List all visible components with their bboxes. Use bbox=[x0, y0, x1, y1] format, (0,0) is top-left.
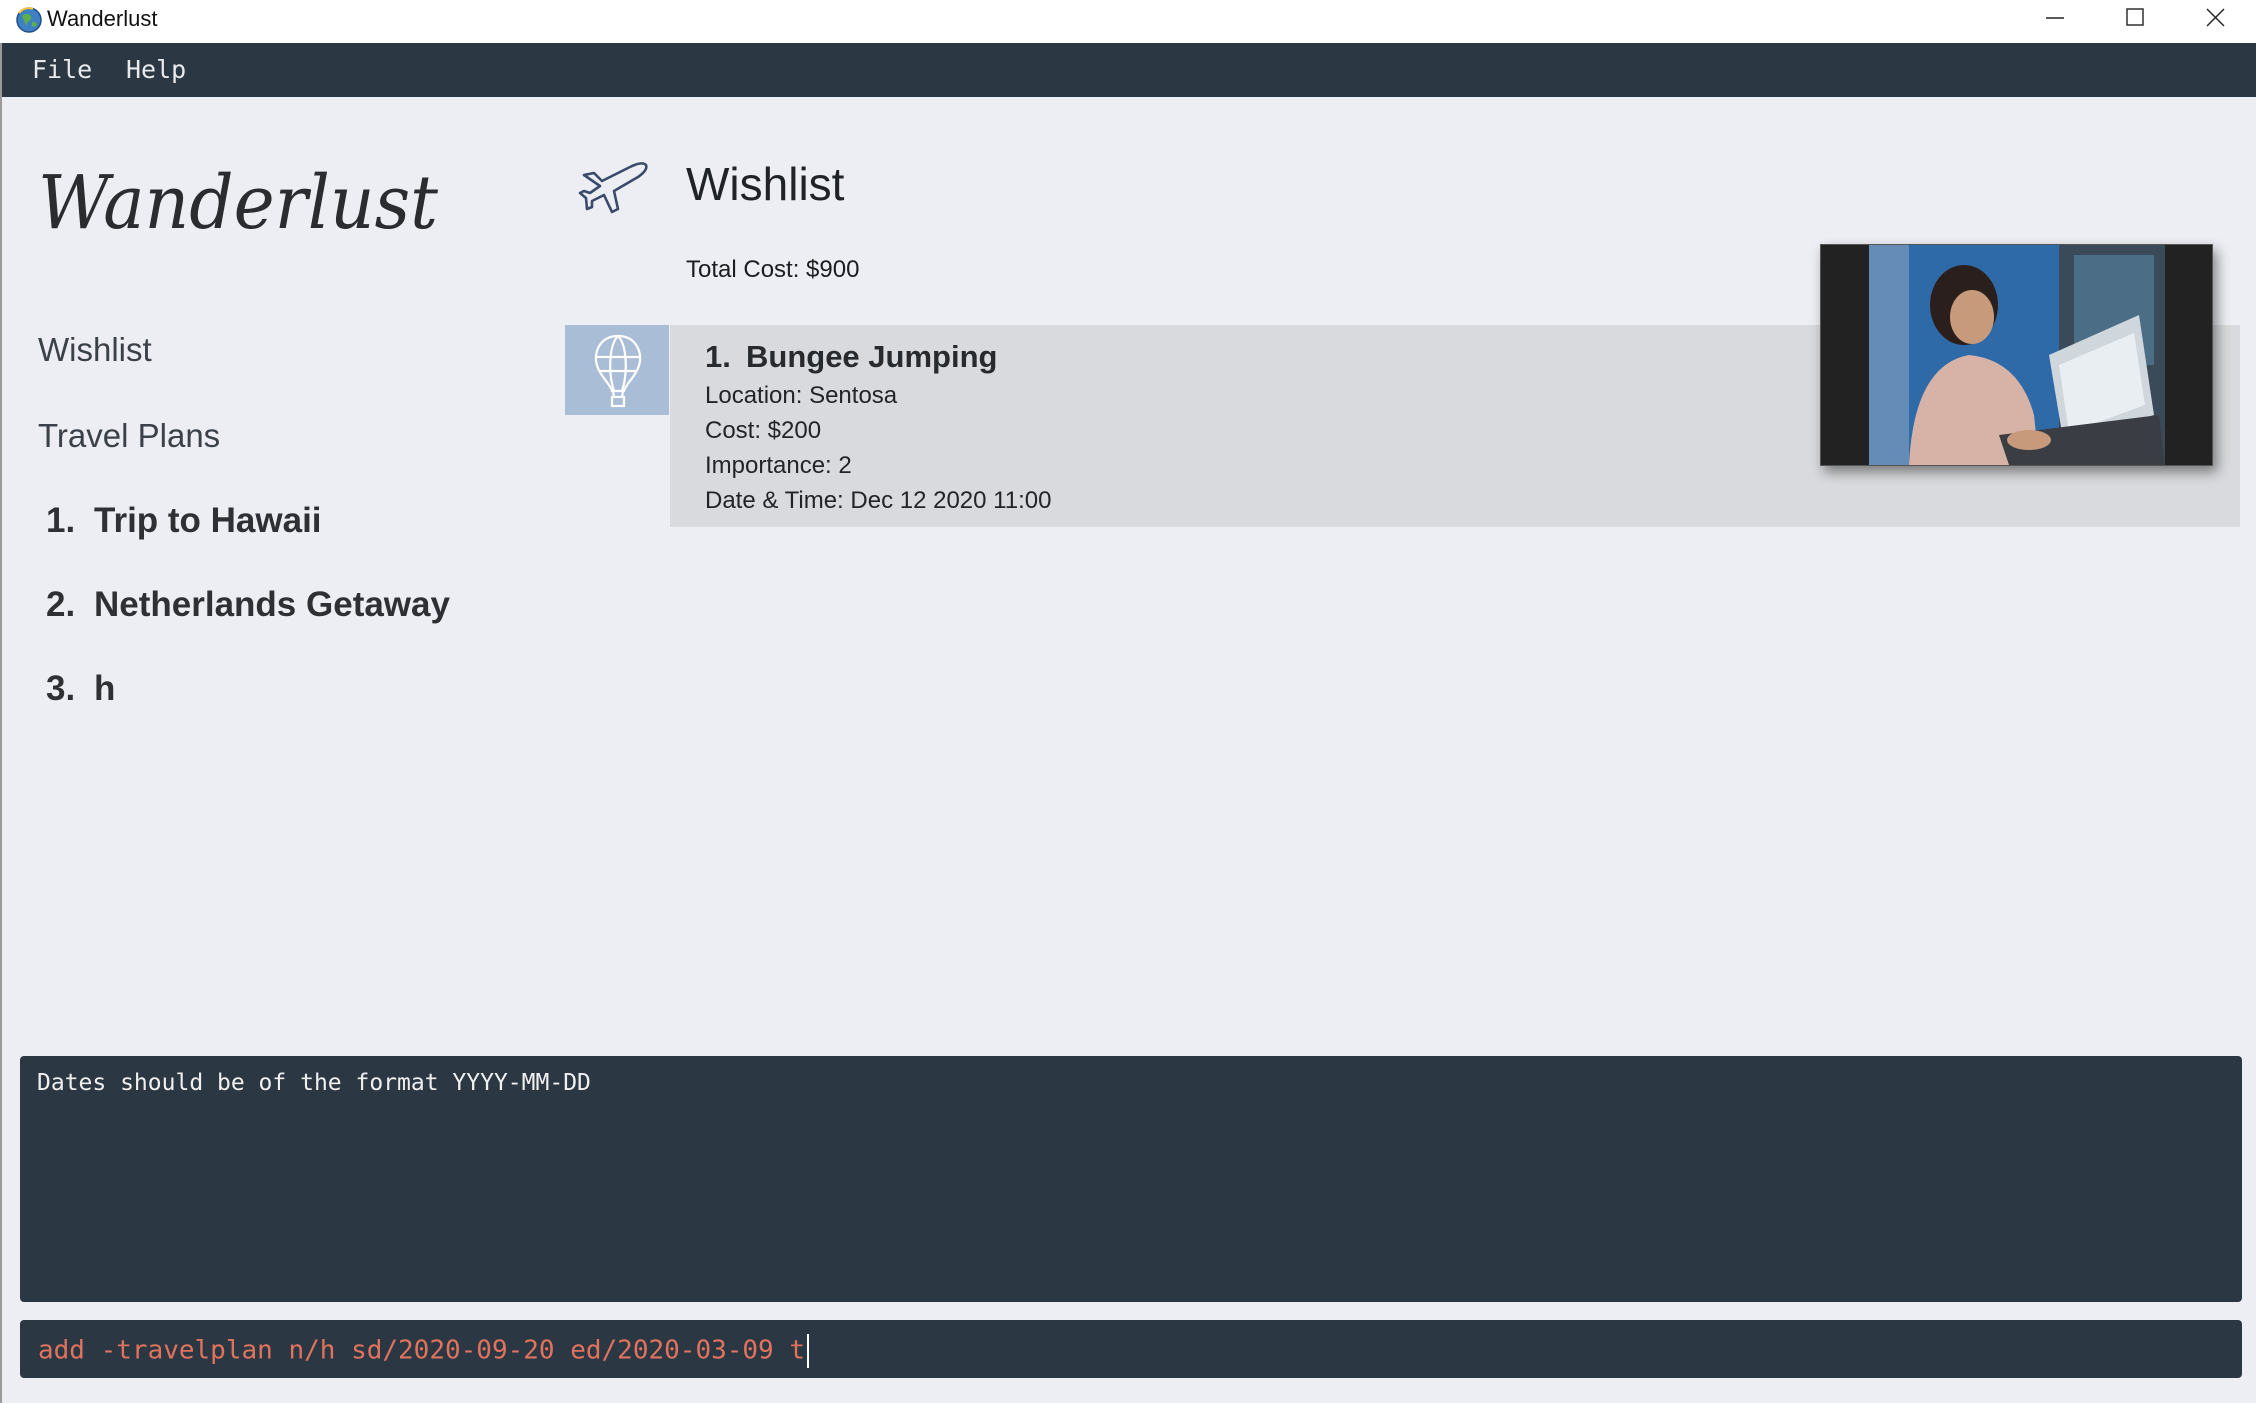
webcam-person-image bbox=[1869, 245, 2165, 465]
plan-number: 2. bbox=[46, 585, 76, 624]
activity-title: 1. Bungee Jumping bbox=[705, 338, 997, 376]
window-title-bar: Wanderlust bbox=[0, 0, 2256, 43]
plan-name: h bbox=[94, 669, 116, 708]
menu-help[interactable]: Help bbox=[126, 55, 186, 85]
window-title: Wanderlust bbox=[47, 6, 158, 31]
menu-bar: File Help bbox=[2, 43, 2256, 97]
plan-number: 1. bbox=[46, 501, 76, 540]
sidebar-plan-item[interactable]: 1. Trip to Hawaii bbox=[46, 500, 322, 542]
activity-cost: Cost: $200 bbox=[705, 417, 822, 444]
command-input[interactable]: add -travelplan n/h sd/2020-09-20 ed/202… bbox=[20, 1320, 2242, 1378]
command-text[interactable]: add -travelplan n/h sd/2020-09-20 ed/202… bbox=[38, 1334, 810, 1368]
command-value: add -travelplan n/h sd/2020-09-20 ed/202… bbox=[38, 1335, 806, 1366]
hot-air-balloon-icon bbox=[594, 334, 642, 408]
app-globe-icon bbox=[16, 7, 42, 33]
text-caret bbox=[807, 1334, 810, 1368]
menu-file[interactable]: File bbox=[32, 55, 92, 85]
close-icon bbox=[2206, 8, 2225, 27]
activity-number: 1. bbox=[705, 339, 731, 374]
sidebar-plan-item[interactable]: 3. h bbox=[46, 668, 115, 710]
video-call-overlay[interactable] bbox=[1820, 244, 2213, 466]
activity-datetime: Date & Time: Dec 12 2020 11:00 bbox=[705, 487, 1052, 514]
activity-location: Location: Sentosa bbox=[705, 382, 898, 409]
minimize-button[interactable] bbox=[2016, 0, 2096, 36]
activity-name: Bungee Jumping bbox=[746, 339, 998, 374]
sidebar-wishlist-link[interactable]: Wishlist bbox=[38, 330, 152, 370]
result-display[interactable]: Dates should be of the format YYYY-MM-DD bbox=[20, 1056, 2242, 1302]
plan-name: Trip to Hawaii bbox=[94, 501, 322, 540]
plan-name: Netherlands Getaway bbox=[94, 585, 450, 624]
wanderlust-logo: Wanderlust bbox=[38, 160, 438, 246]
minimize-icon bbox=[2046, 17, 2064, 19]
section-title: Wishlist bbox=[686, 158, 845, 210]
close-button[interactable] bbox=[2176, 0, 2256, 36]
maximize-button[interactable] bbox=[2096, 0, 2176, 36]
sidebar-travel-plans-link[interactable]: Travel Plans bbox=[38, 416, 220, 456]
maximize-icon bbox=[2126, 8, 2144, 26]
activity-icon-box bbox=[565, 325, 669, 415]
plan-number: 3. bbox=[46, 669, 76, 708]
activity-importance: Importance: 2 bbox=[705, 452, 852, 479]
result-message: Dates should be of the format YYYY-MM-DD bbox=[37, 1070, 591, 1096]
airplane-icon bbox=[578, 162, 648, 214]
video-frame bbox=[1869, 245, 2165, 465]
logo-text: Wanderlust bbox=[38, 160, 438, 246]
sidebar-plan-item[interactable]: 2. Netherlands Getaway bbox=[46, 584, 450, 626]
total-cost: Total Cost: $900 bbox=[686, 256, 860, 283]
